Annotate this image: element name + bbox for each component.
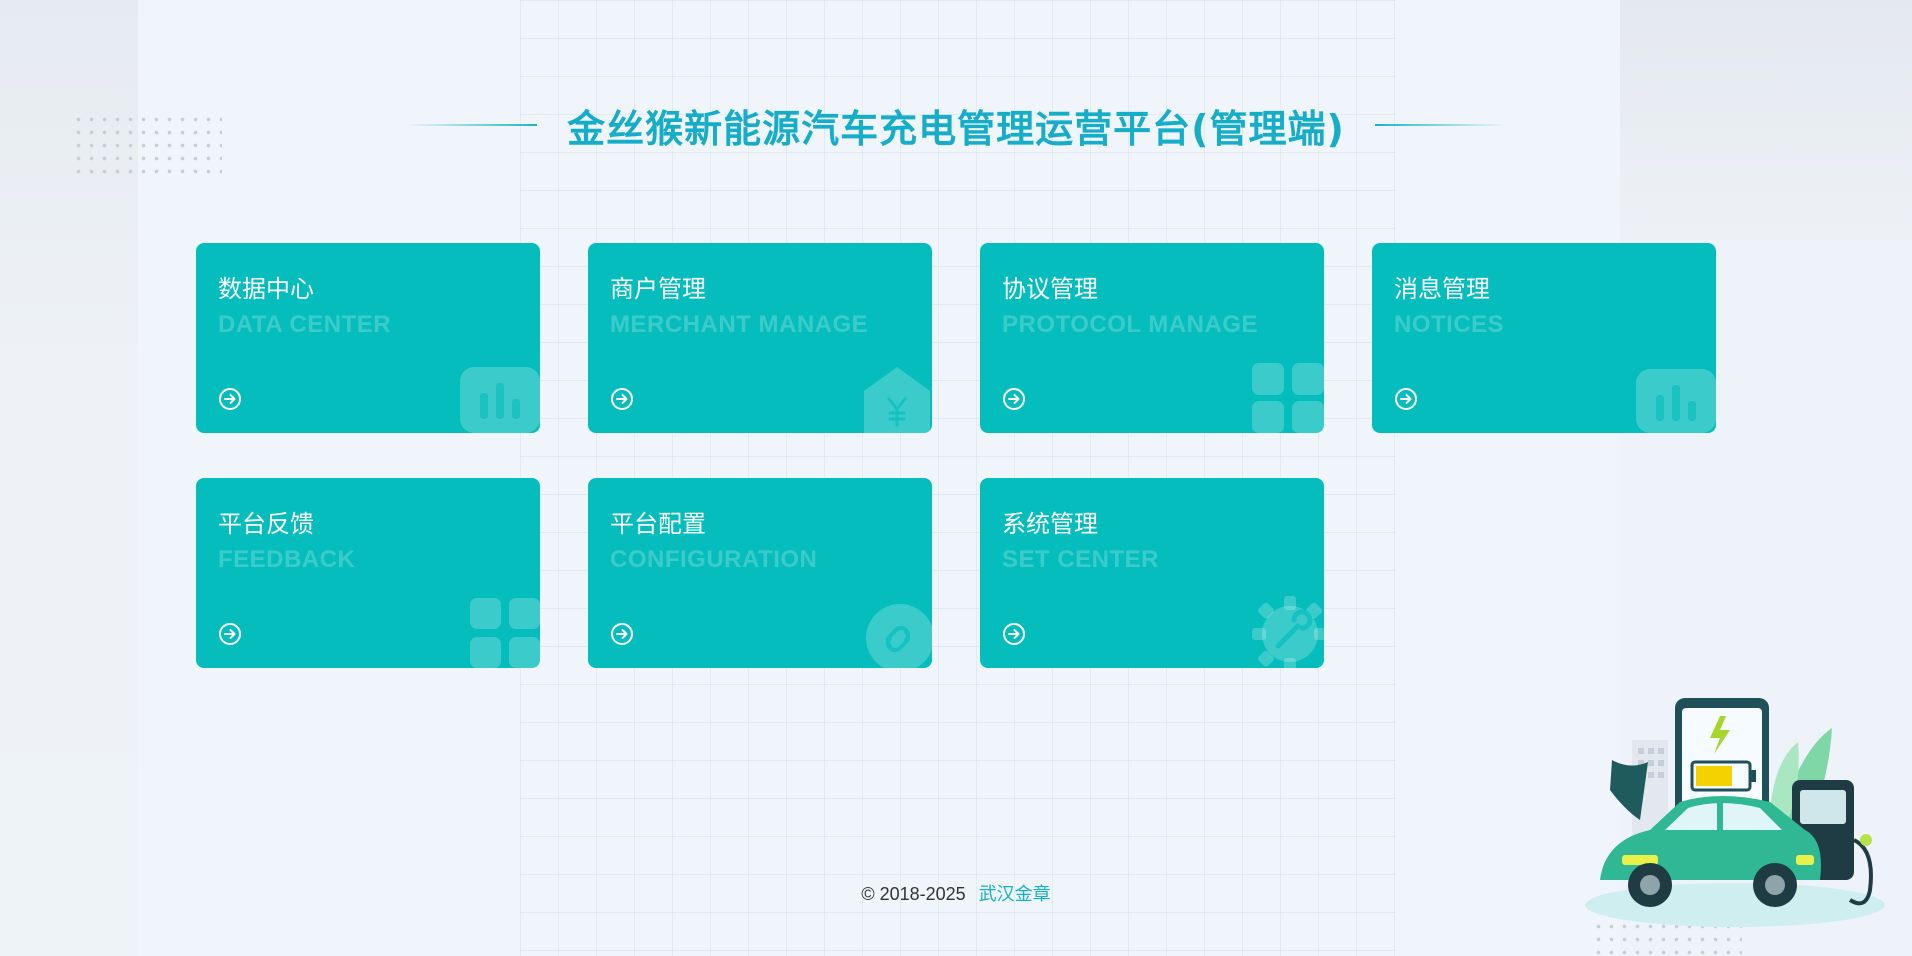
card-title: 消息管理	[1394, 275, 1490, 303]
grid-apps-icon	[1252, 363, 1324, 433]
header-line-right	[1374, 124, 1505, 126]
card-subtitle: FEEDBACK	[218, 546, 356, 573]
card-subtitle: NOTICES	[1394, 311, 1505, 338]
card-title: 数据中心	[218, 275, 314, 303]
arrow-right-circle-icon[interactable]	[1002, 622, 1026, 646]
card-title: 商户管理	[610, 275, 706, 303]
grid-apps-icon	[470, 598, 540, 668]
card-notices[interactable]: 消息管理 NOTICES	[1372, 243, 1716, 433]
card-title: 平台配置	[610, 510, 706, 538]
card-subtitle: DATA CENTER	[218, 311, 392, 338]
card-subtitle: CONFIGURATION	[610, 546, 818, 573]
card-subtitle: PROTOCOL MANAGE	[1002, 311, 1258, 338]
card-protocol-manage[interactable]: 协议管理 PROTOCOL MANAGE	[980, 243, 1324, 433]
bar-chart-icon	[460, 367, 540, 433]
card-subtitle: SET CENTER	[1002, 546, 1160, 573]
card-set-center[interactable]: 系统管理 SET CENTER	[980, 478, 1324, 668]
card-subtitle: MERCHANT MANAGE	[610, 311, 869, 338]
arrow-right-circle-icon[interactable]	[1002, 387, 1026, 411]
card-feedback[interactable]: 平台反馈 FEEDBACK	[196, 478, 540, 668]
card-configuration[interactable]: 平台配置 CONFIGURATION	[588, 478, 932, 668]
header-line-left	[407, 124, 538, 126]
arrow-right-circle-icon[interactable]	[1394, 387, 1418, 411]
card-merchant-manage[interactable]: 商户管理 MERCHANT MANAGE	[588, 243, 932, 433]
card-data-center[interactable]: 数据中心 DATA CENTER	[196, 243, 540, 433]
card-title: 系统管理	[1002, 510, 1098, 538]
company-link[interactable]: 武汉金章	[979, 884, 1051, 904]
copyright-text: © 2018-2025	[861, 884, 966, 904]
page-title: 金丝猴新能源汽车充电管理运营平台(管理端)	[567, 106, 1345, 151]
card-title: 协议管理	[1002, 275, 1098, 303]
link-icon	[866, 604, 932, 668]
footer: © 2018-2025 武汉金章	[0, 880, 1912, 906]
arrow-right-circle-icon[interactable]	[218, 622, 242, 646]
card-title: 平台反馈	[218, 510, 314, 538]
arrow-right-circle-icon[interactable]	[218, 387, 242, 411]
arrow-right-circle-icon[interactable]	[610, 387, 634, 411]
yuan-house-icon	[864, 367, 930, 433]
gear-wrench-icon	[1252, 596, 1324, 668]
bar-chart-icon	[1636, 369, 1716, 433]
page-header: 金丝猴新能源汽车充电管理运营平台(管理端)	[0, 95, 1912, 155]
arrow-right-circle-icon[interactable]	[610, 622, 634, 646]
